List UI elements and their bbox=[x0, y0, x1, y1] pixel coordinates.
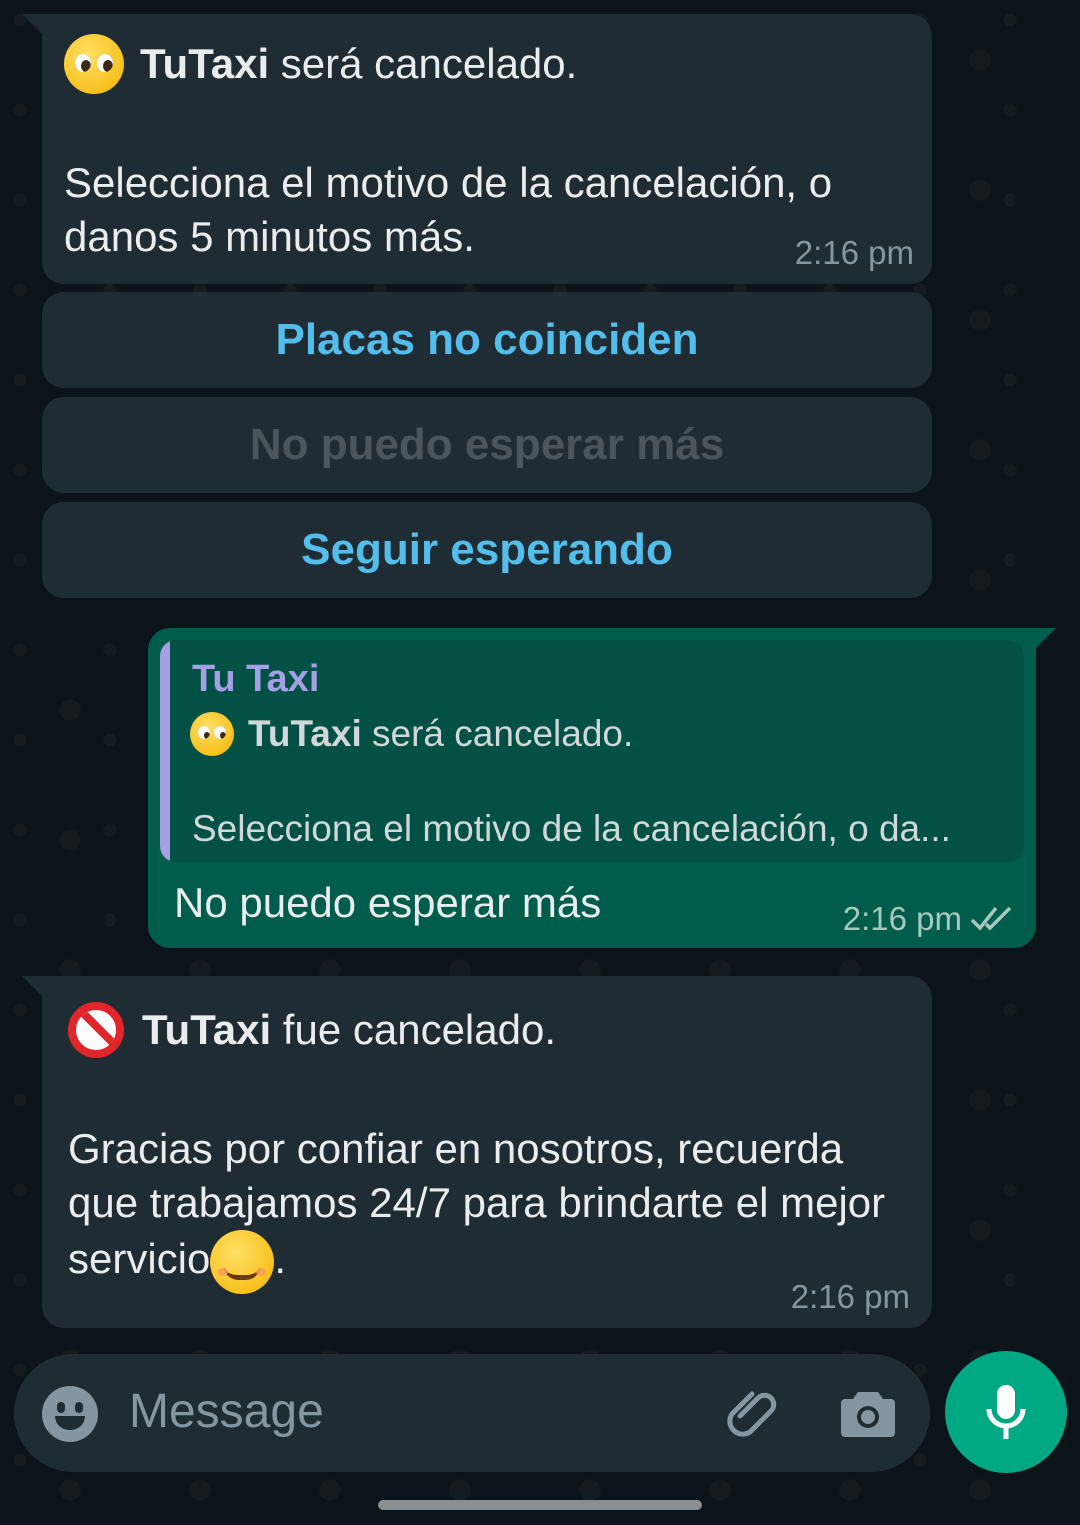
smiling-face-icon bbox=[210, 1230, 275, 1294]
reply-meta: 2:16 pm bbox=[843, 900, 1014, 938]
quote-sender: Tu Taxi bbox=[192, 658, 320, 700]
mic-button[interactable] bbox=[945, 1351, 1067, 1473]
reply-button-seguir-esperando[interactable]: Seguir esperando bbox=[42, 502, 932, 598]
quote-preview: Selecciona el motivo de la cancelación, … bbox=[192, 808, 951, 849]
message-input[interactable]: Message bbox=[129, 1384, 324, 1439]
quote-title: TuTaxi será cancelado. bbox=[190, 712, 633, 756]
camera-icon[interactable] bbox=[840, 1388, 896, 1438]
message-body: Selecciona el motivo de la cancelación, … bbox=[64, 159, 833, 260]
message-body-end: . bbox=[274, 1235, 287, 1283]
brand-name: TuTaxi bbox=[140, 40, 270, 87]
incoming-message-cancel-notice[interactable]: TuTaxi será cancelado. Selecciona el mot… bbox=[22, 14, 932, 284]
message-composer[interactable]: Message bbox=[14, 1354, 930, 1472]
message-body: Gracias por confiar en nosotros, recuerd… bbox=[68, 1122, 918, 1294]
message-body-text: Gracias por confiar en nosotros, recuerd… bbox=[68, 1125, 886, 1283]
reply-button-placas[interactable]: Placas no coinciden bbox=[42, 292, 932, 388]
message-title: TuTaxi será cancelado. bbox=[64, 34, 577, 94]
reply-button-no-puedo-esperar[interactable]: No puedo esperar más bbox=[42, 397, 932, 493]
message-timestamp: 2:16 pm bbox=[842, 900, 962, 937]
mic-icon bbox=[986, 1385, 1026, 1439]
quote-accent-bar bbox=[160, 640, 170, 862]
quote-title-text: será cancelado. bbox=[361, 713, 634, 754]
title-text: fue cancelado. bbox=[271, 1006, 556, 1053]
attach-icon[interactable] bbox=[726, 1386, 782, 1442]
incoming-message-cancelled[interactable]: TuTaxi fue cancelado. Gracias por confia… bbox=[22, 976, 932, 1328]
quoted-message[interactable]: Tu Taxi TuTaxi será cancelado. Seleccion… bbox=[160, 640, 1024, 862]
pleading-face-icon bbox=[64, 34, 124, 94]
emoji-icon[interactable] bbox=[42, 1386, 98, 1442]
message-title: TuTaxi fue cancelado. bbox=[68, 1002, 556, 1058]
message-timestamp: 2:16 pm bbox=[794, 234, 914, 271]
outgoing-reply-message[interactable]: Tu Taxi TuTaxi será cancelado. Seleccion… bbox=[148, 628, 1056, 948]
quote-brand: TuTaxi bbox=[248, 713, 362, 754]
gesture-nav-handle[interactable] bbox=[378, 1500, 702, 1510]
double-check-icon bbox=[970, 906, 1012, 931]
reply-text: No puedo esperar más bbox=[174, 879, 602, 926]
pleading-face-icon bbox=[190, 712, 234, 756]
brand-name: TuTaxi bbox=[142, 1006, 272, 1053]
prohibited-icon bbox=[68, 1002, 124, 1058]
title-text: será cancelado. bbox=[269, 40, 578, 87]
message-timestamp: 2:16 pm bbox=[790, 1278, 910, 1315]
